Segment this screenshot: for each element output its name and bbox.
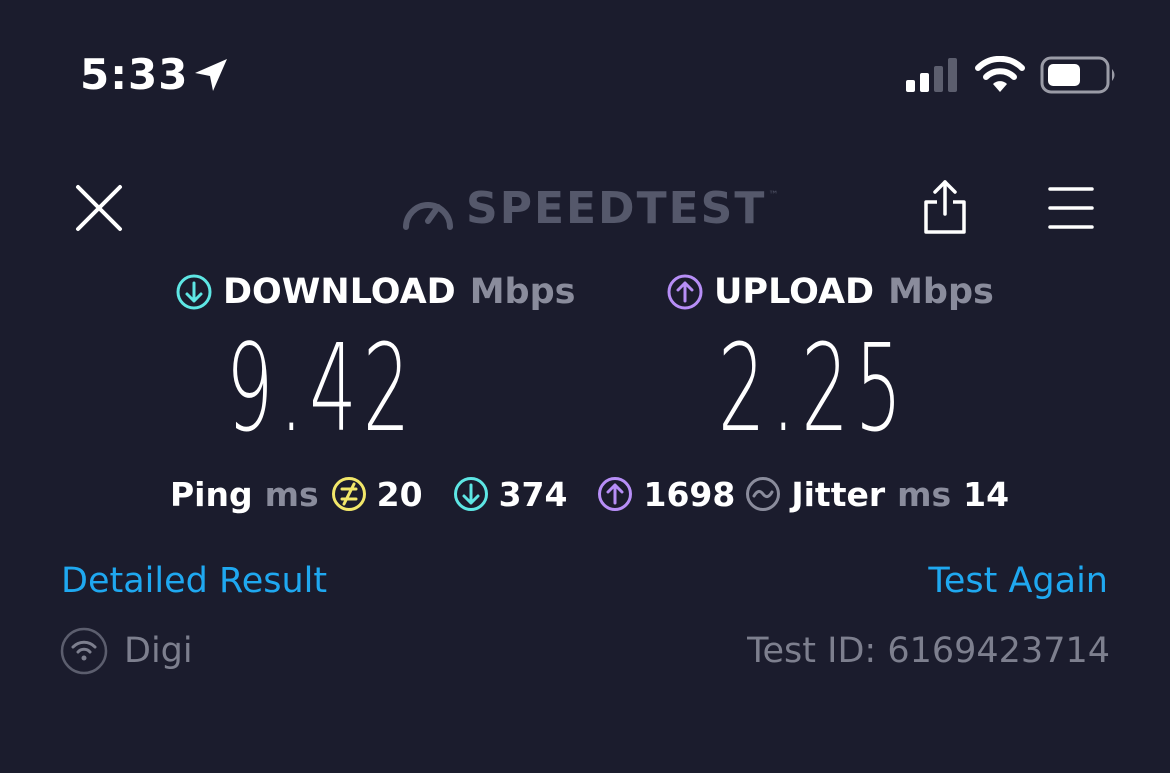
ping-stats-row: Ping ms 20 374 1698 Jitter ms 14 xyxy=(170,472,1009,516)
logo-text: SPEEDTEST xyxy=(466,183,767,234)
detailed-result-link[interactable]: Detailed Result xyxy=(61,559,327,603)
download-speed-value: 9.42 xyxy=(226,320,417,459)
cellular-signal-icon xyxy=(906,58,957,92)
status-time: 5:33 xyxy=(80,50,189,99)
ping-label: Ping xyxy=(170,474,253,514)
download-label: DOWNLOAD xyxy=(223,272,456,312)
provider-name: Digi xyxy=(124,631,193,671)
battery-icon xyxy=(1040,56,1115,94)
download-latency-icon xyxy=(453,477,488,511)
jitter-value: 14 xyxy=(963,474,1010,514)
location-arrow-icon xyxy=(195,59,227,91)
upload-unit: Mbps xyxy=(888,272,994,312)
jitter-icon xyxy=(746,477,781,511)
idle-latency-icon xyxy=(331,477,366,511)
jitter-unit: ms xyxy=(897,474,952,514)
download-header: DOWNLOAD Mbps xyxy=(175,270,576,314)
menu-icon[interactable] xyxy=(1048,186,1094,230)
upload-header: UPLOAD Mbps xyxy=(666,270,994,314)
download-arrow-icon xyxy=(176,274,212,310)
test-again-link[interactable]: Test Again xyxy=(928,559,1108,603)
upload-speed-value: 2.25 xyxy=(718,320,909,459)
share-icon[interactable] xyxy=(920,178,970,236)
speedtest-logo: SPEEDTEST ™ xyxy=(400,184,778,234)
upload-label: UPLOAD xyxy=(714,272,875,312)
logo-trademark: ™ xyxy=(768,190,779,201)
ping-upload-value: 1698 xyxy=(643,474,736,514)
close-icon[interactable] xyxy=(74,183,124,233)
jitter-label: Jitter xyxy=(791,474,886,514)
wifi-icon xyxy=(975,56,1025,92)
speedometer-icon xyxy=(403,202,453,230)
ping-download-value: 374 xyxy=(498,474,568,514)
download-unit: Mbps xyxy=(469,272,576,312)
upload-latency-icon xyxy=(598,477,633,511)
ping-idle-value: 20 xyxy=(376,474,423,514)
upload-arrow-icon xyxy=(667,274,703,310)
provider-info: Digi xyxy=(60,626,193,676)
provider-wifi-icon xyxy=(60,627,108,675)
ping-unit: ms xyxy=(264,474,319,514)
test-id: Test ID: 6169423714 xyxy=(747,631,1110,671)
